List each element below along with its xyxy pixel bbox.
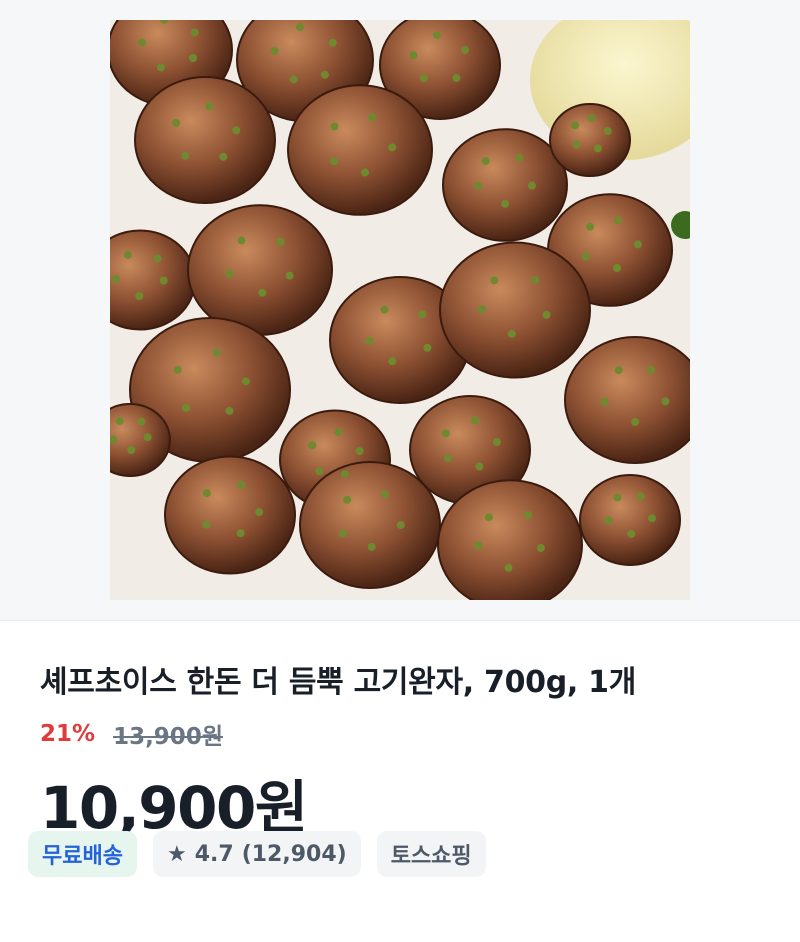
original-price: 13,900원 — [113, 724, 223, 750]
product-tags: 무료배송 ★ 4.7 (12,904) 토스쇼핑 — [28, 831, 486, 877]
price-discount-row: 21% 13,900원 — [40, 717, 223, 751]
discount-rate: 21% — [40, 721, 96, 747]
shop-badge[interactable]: 토스쇼핑 — [376, 831, 486, 877]
product-image[interactable] — [110, 20, 690, 600]
rating-value: 4.7 — [194, 841, 234, 867]
product-title[interactable]: 셰프초이스 한돈 더 듬뿍 고기완자, 700g, 1개 — [40, 657, 636, 701]
review-count: (12,904) — [241, 841, 347, 867]
rating-badge[interactable]: ★ 4.7 (12,904) — [152, 831, 361, 877]
product-image-area — [0, 0, 800, 621]
free-shipping-badge: 무료배송 — [28, 831, 137, 877]
star-icon: ★ — [166, 841, 187, 867]
